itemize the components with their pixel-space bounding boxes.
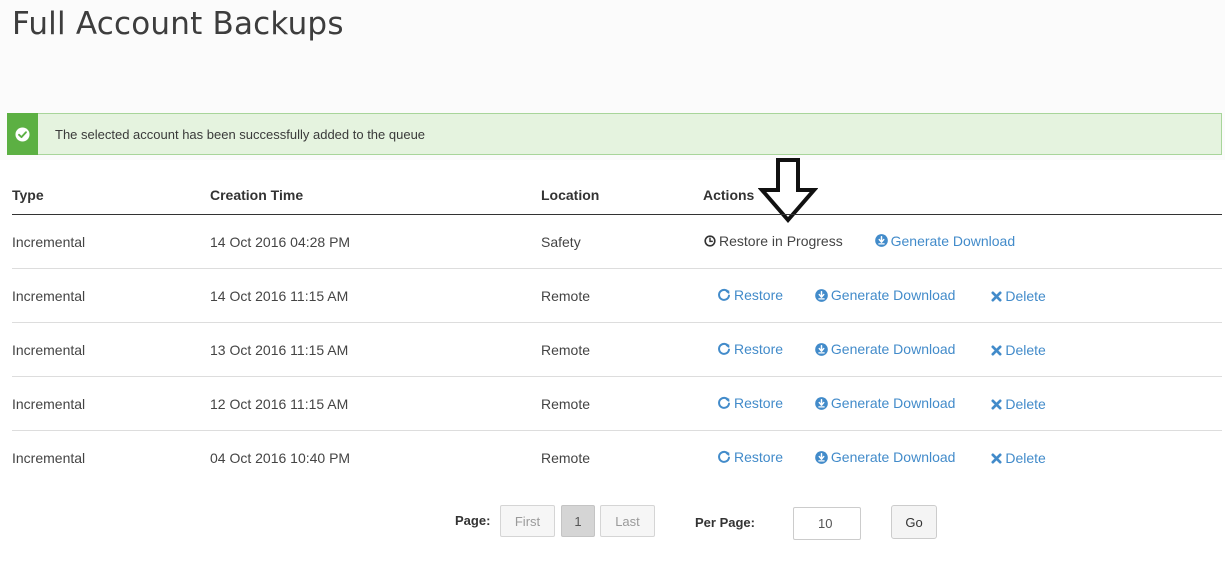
generate-download-link[interactable]: Generate Download (815, 395, 956, 411)
download-circle-icon (815, 396, 828, 410)
delete-link[interactable]: Delete (991, 288, 1046, 304)
delete-label: Delete (1005, 288, 1046, 304)
generate-download-link[interactable]: Generate Download (815, 449, 956, 465)
download-circle-icon (815, 288, 828, 302)
delete-link[interactable]: Delete (991, 396, 1046, 412)
restore-link[interactable]: Restore (717, 395, 783, 411)
cell-actions: Restore Generate Download Delete (703, 376, 1222, 431)
cell-creation-time: 14 Oct 2016 11:15 AM (210, 268, 541, 323)
cell-type: Incremental (12, 449, 86, 466)
table-row: Incremental 13 Oct 2016 11:15 AM Remote … (12, 322, 1222, 377)
header-type[interactable]: Type (12, 176, 210, 215)
check-circle-icon (15, 126, 30, 142)
restore-link[interactable]: Restore (717, 341, 783, 357)
success-alert: The selected account has been successful… (7, 113, 1222, 155)
download-circle-icon (815, 342, 828, 356)
cell-creation-time: 14 Oct 2016 04:28 PM (210, 214, 541, 269)
download-circle-icon (874, 234, 888, 248)
close-icon (991, 452, 1002, 464)
restore-in-progress-status: Restore in Progress (704, 233, 843, 249)
header-actions: Actions (703, 176, 1222, 215)
header-location[interactable]: Location (541, 176, 703, 215)
cell-creation-time: 04 Oct 2016 10:40 PM (210, 449, 351, 466)
table-row: Incremental 04 Oct 2016 10:40 PM Remote … (12, 431, 1222, 485)
pagination: Page: First 1 Last Per Page: Go (0, 505, 1225, 540)
restore-link[interactable]: Restore (717, 449, 783, 465)
restore-label: Restore (734, 286, 784, 303)
restore-label: Restore (734, 394, 784, 411)
cell-location: Safety (541, 214, 703, 269)
refresh-icon (718, 288, 730, 301)
page-title: Full Account Backups (12, 6, 344, 42)
delete-label: Delete (1005, 396, 1046, 412)
first-page-button[interactable]: First (500, 505, 555, 537)
generate-download-link[interactable]: Generate Download (815, 341, 956, 357)
alert-message: The selected account has been successful… (55, 126, 426, 142)
close-icon (991, 398, 1002, 410)
restore-label: Restore (734, 340, 784, 357)
cell-creation-time: 12 Oct 2016 11:15 AM (210, 376, 541, 431)
cell-creation-time: 13 Oct 2016 11:15 AM (210, 322, 541, 377)
refresh-icon (718, 450, 730, 463)
table-row: Incremental 14 Oct 2016 04:28 PM Safety … (12, 214, 1222, 269)
table-row: Incremental 14 Oct 2016 11:15 AM Remote … (12, 268, 1222, 323)
cell-actions: Restore in Progress Generate Download (703, 214, 1222, 269)
refresh-icon (718, 396, 730, 409)
per-page-input[interactable] (793, 507, 861, 540)
cell-type: Incremental (12, 322, 210, 377)
cell-type: Incremental (12, 268, 210, 323)
last-page-button[interactable]: Last (600, 505, 655, 537)
delete-link[interactable]: Delete (991, 342, 1046, 358)
generate-download-label: Generate Download (830, 287, 956, 303)
cell-location: Remote (541, 322, 703, 377)
cell-actions: Restore Generate Download Delete (703, 322, 1222, 377)
delete-label: Delete (1005, 342, 1046, 358)
clock-icon (704, 235, 716, 247)
generate-download-link[interactable]: Generate Download (815, 287, 956, 303)
generate-download-label: Generate Download (830, 449, 956, 465)
close-icon (991, 290, 1002, 302)
go-button[interactable]: Go (891, 505, 937, 539)
backups-table: Type Creation Time Location Actions Incr… (12, 176, 1222, 484)
cell-location: Remote (541, 268, 703, 323)
generate-download-link[interactable]: Generate Download (874, 232, 1016, 249)
header-creation-time[interactable]: Creation Time (210, 176, 541, 215)
restore-label: Restore (734, 448, 784, 465)
page-label: Page: (455, 513, 491, 528)
table-header-row: Type Creation Time Location Actions (12, 176, 1222, 215)
generate-download-label: Generate Download (830, 395, 956, 411)
generate-download-label: Generate Download (890, 232, 1016, 249)
cell-type: Incremental (12, 376, 210, 431)
cell-actions: Restore Generate Download Delete (703, 431, 1222, 485)
restore-in-progress-label: Restore in Progress (719, 233, 843, 250)
download-circle-icon (815, 450, 828, 464)
table-row: Incremental 12 Oct 2016 11:15 AM Remote … (12, 376, 1222, 431)
current-page-button[interactable]: 1 (561, 505, 595, 537)
per-page-label: Per Page: (695, 515, 755, 530)
cell-location: Remote (541, 449, 591, 466)
cell-location: Remote (541, 376, 703, 431)
alert-badge (7, 113, 38, 155)
restore-link[interactable]: Restore (717, 287, 783, 303)
cell-type: Incremental (12, 214, 210, 269)
close-icon (991, 344, 1002, 356)
generate-download-label: Generate Download (830, 341, 956, 357)
delete-label: Delete (1005, 450, 1046, 466)
refresh-icon (718, 342, 730, 355)
delete-link[interactable]: Delete (991, 450, 1046, 466)
cell-actions: Restore Generate Download Delete (703, 268, 1222, 323)
